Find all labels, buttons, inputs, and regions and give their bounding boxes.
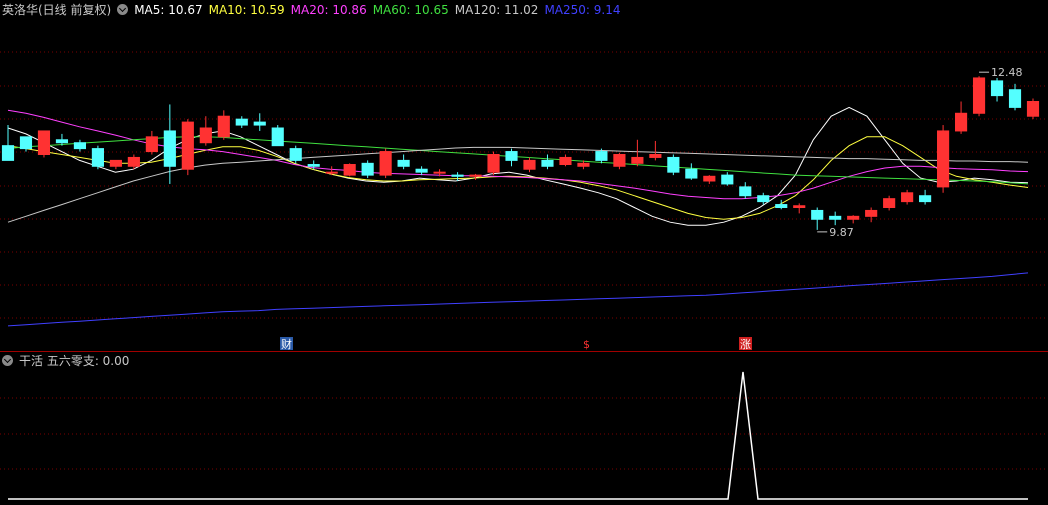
candle-body [361, 162, 374, 176]
candle-body [721, 174, 734, 185]
candle-body [577, 162, 590, 167]
candle-body [613, 154, 626, 167]
candle-body [469, 174, 482, 177]
candle-body [901, 192, 914, 203]
candle-body [1026, 101, 1040, 117]
marker-cai: 财 [281, 337, 292, 350]
candle-body [433, 171, 446, 174]
candle-body [559, 156, 572, 166]
main-chart: 12.48 9.87 财 $ 涨 [0, 51, 1048, 350]
candle-body [289, 148, 302, 161]
candle-body [505, 151, 518, 161]
candle-body [217, 115, 230, 138]
candle-body [793, 205, 806, 209]
candle-body [19, 136, 33, 150]
candle-body [181, 121, 194, 170]
candle-body [685, 168, 698, 179]
high-label: 12.48 [991, 66, 1023, 79]
candle-body [667, 156, 680, 173]
candle-body [325, 171, 338, 174]
candle-body [954, 112, 968, 132]
low-label: 9.87 [829, 226, 854, 239]
indicator-chart [0, 371, 1048, 500]
candle-body [163, 130, 176, 167]
candle-body [415, 168, 428, 173]
candle-body [990, 80, 1004, 97]
candle-body [1, 145, 15, 161]
candle-body [253, 121, 266, 126]
candle-body [883, 198, 896, 209]
candle-body [397, 159, 410, 167]
candle-body [649, 154, 662, 158]
candle-body [757, 195, 770, 203]
candle-body [919, 195, 932, 203]
candle-body [595, 151, 608, 161]
candle-body [55, 139, 69, 144]
candle-body [487, 154, 500, 173]
candle-body [235, 118, 248, 126]
marker-zhang: 涨 [740, 338, 751, 350]
candle-body [972, 77, 986, 114]
candle-body [91, 148, 104, 167]
candle-body [829, 215, 842, 220]
candle-body [73, 142, 87, 150]
candle-body [937, 130, 950, 188]
candle-body [739, 186, 752, 197]
indicator-line [8, 371, 1028, 500]
candle-body [811, 209, 824, 220]
ma-line-ma5 [7, 106, 1029, 226]
candle-body [1008, 89, 1022, 108]
candle-body [109, 159, 122, 167]
candle-body [307, 164, 320, 167]
candle-body [847, 215, 860, 220]
candle-body [451, 174, 464, 177]
candle-body [541, 159, 554, 167]
candle-body [703, 175, 716, 182]
candle-body [145, 136, 158, 153]
candle-body [271, 127, 284, 147]
candle-body [379, 151, 392, 176]
candle-body [343, 164, 356, 176]
candle-body [127, 156, 140, 167]
candle-body [199, 127, 212, 144]
candle-body [631, 156, 644, 164]
candle-body [37, 130, 51, 155]
candle-body [775, 204, 788, 209]
candle-body [865, 209, 878, 217]
marker-dollar: $ [583, 338, 590, 350]
candle-body [523, 159, 536, 170]
